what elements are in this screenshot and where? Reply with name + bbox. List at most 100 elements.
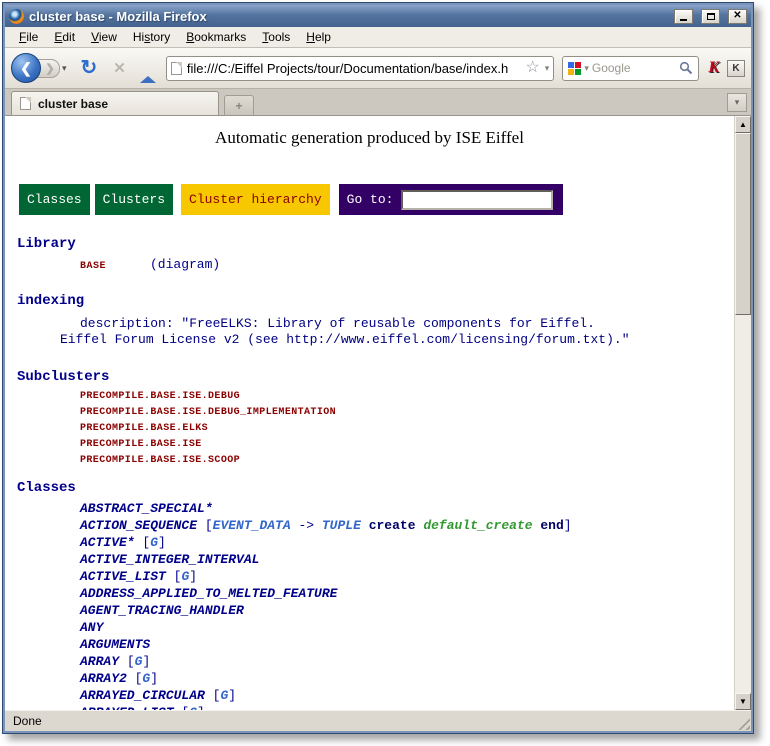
title-bar: cluster base - Mozilla Firefox ✕ <box>5 5 751 27</box>
class-entry: ANY <box>80 619 734 636</box>
content-area: Automatic generation produced by ISE Eif… <box>5 116 751 710</box>
search-engine-dropdown[interactable]: ▾ <box>584 63 589 74</box>
menu-item-bookmarks[interactable]: Bookmarks <box>178 27 254 47</box>
home-button[interactable] <box>140 59 156 77</box>
history-dropdown[interactable]: ▾ <box>62 63 67 74</box>
class-link[interactable]: ARRAY2 <box>80 671 127 686</box>
maximize-button[interactable] <box>701 9 720 24</box>
subclusters-list: PRECOMPILE.BASE.ISE.DEBUGPRECOMPILE.BASE… <box>80 389 734 469</box>
class-entry: ARRAY2 [G] <box>80 670 734 687</box>
new-tab-button[interactable]: + <box>224 95 254 115</box>
back-icon: ❮ <box>20 60 32 77</box>
subcluster-link[interactable]: PRECOMPILE.BASE.ISE <box>80 437 734 453</box>
class-link[interactable]: ARGUMENTS <box>80 637 150 652</box>
scrollbar-track[interactable] <box>735 315 751 693</box>
goto-input[interactable] <box>401 190 553 210</box>
library-heading: Library <box>17 236 734 252</box>
list-all-tabs-button[interactable]: ▾ <box>727 93 747 112</box>
status-bar: Done <box>5 710 751 731</box>
vertical-scrollbar[interactable]: ▲ ▼ <box>734 116 751 710</box>
indexing-heading: indexing <box>17 293 734 309</box>
search-magnifier-icon[interactable] <box>679 61 693 75</box>
class-link[interactable]: ACTION_SEQUENCE <box>80 518 197 533</box>
menu-item-tools[interactable]: Tools <box>254 27 298 47</box>
generic-param-link[interactable]: TUPLE <box>322 518 361 533</box>
document-page: Automatic generation produced by ISE Eif… <box>5 116 734 710</box>
library-name-link[interactable]: BASE <box>80 261 150 272</box>
code-text: [ <box>205 688 221 703</box>
close-button[interactable]: ✕ <box>728 9 747 24</box>
menu-item-view[interactable]: View <box>83 27 125 47</box>
class-link[interactable]: ABSTRACT_SPECIAL* <box>80 501 213 516</box>
class-entry: ACTION_SEQUENCE [EVENT_DATA -> TUPLE cre… <box>80 517 734 534</box>
refresh-button[interactable]: ↻ <box>81 58 98 78</box>
library-entry: BASE (diagram) <box>80 257 734 272</box>
class-link[interactable]: ARRAYED_CIRCULAR <box>80 688 205 703</box>
site-favicon <box>171 62 182 75</box>
class-link[interactable]: ADDRESS_APPLIED_TO_MELTED_FEATURE <box>80 586 337 601</box>
stop-button[interactable]: ✕ <box>113 59 126 77</box>
diagram-link[interactable]: (diagram) <box>150 257 220 272</box>
back-button[interactable]: ❮ <box>11 53 41 83</box>
code-text: ] <box>150 671 158 686</box>
stop-icon: ✕ <box>113 60 126 77</box>
menu-item-edit[interactable]: Edit <box>46 27 83 47</box>
class-entry: ARRAYED_CIRCULAR [G] <box>80 687 734 704</box>
code-text: create <box>369 518 416 533</box>
google-icon <box>568 62 581 75</box>
class-link[interactable]: ANY <box>80 620 103 635</box>
scroll-up-button[interactable]: ▲ <box>735 116 751 133</box>
menu-item-file[interactable]: File <box>11 27 46 47</box>
home-icon <box>140 59 156 83</box>
clusters-button[interactable]: Clusters <box>95 184 173 215</box>
class-link[interactable]: ACTIVE_INTEGER_INTERVAL <box>80 552 259 567</box>
menu-item-help[interactable]: Help <box>298 27 339 47</box>
kaspersky-icon[interactable]: K <box>708 59 719 77</box>
minimize-button[interactable] <box>674 9 693 24</box>
scroll-down-button[interactable]: ▼ <box>735 693 751 710</box>
class-link[interactable]: ARRAY <box>80 654 119 669</box>
close-icon: ✕ <box>733 11 741 21</box>
url-text[interactable]: file:///C:/Eiffel Projects/tour/Document… <box>187 61 521 76</box>
class-entry: AGENT_TRACING_HANDLER <box>80 602 734 619</box>
generic-param-link[interactable]: EVENT_DATA <box>213 518 291 533</box>
search-input[interactable]: Google <box>592 61 676 75</box>
firefox-icon <box>9 9 24 24</box>
menu-item-history[interactable]: History <box>125 27 178 47</box>
subcluster-link[interactable]: PRECOMPILE.BASE.ISE.DEBUG <box>80 389 734 405</box>
class-entry: ARGUMENTS <box>80 636 734 653</box>
subcluster-link[interactable]: PRECOMPILE.BASE.ISE.SCOOP <box>80 453 734 469</box>
classes-button[interactable]: Classes <box>19 184 90 215</box>
code-text: ] <box>189 569 197 584</box>
class-entry: ADDRESS_APPLIED_TO_MELTED_FEATURE <box>80 585 734 602</box>
class-link[interactable]: ACTIVE* <box>80 535 135 550</box>
generic-param-link[interactable]: G <box>150 535 158 550</box>
classes-heading: Classes <box>17 480 734 496</box>
goto-box: Go to: <box>339 184 564 215</box>
window-title: cluster base - Mozilla Firefox <box>29 9 666 24</box>
subclusters-heading: Subclusters <box>17 369 734 385</box>
bookmark-star-icon[interactable]: ☆ <box>525 60 539 76</box>
class-link[interactable]: ACTIVE_LIST <box>80 569 166 584</box>
description-line: description: "FreeELKS: Library of reusa… <box>80 316 734 332</box>
subcluster-link[interactable]: PRECOMPILE.BASE.ISE.DEBUG_IMPLEMENTATION <box>80 405 734 421</box>
code-text: -> <box>291 518 322 533</box>
class-link[interactable]: AGENT_TRACING_HANDLER <box>80 603 244 618</box>
refresh-icon: ↻ <box>81 57 98 79</box>
url-dropdown[interactable]: ▾ <box>545 63 550 74</box>
scrollbar-thumb[interactable] <box>735 133 751 315</box>
k-toolbar-button[interactable]: K <box>727 60 745 77</box>
subcluster-link[interactable]: PRECOMPILE.BASE.ELKS <box>80 421 734 437</box>
code-text: default_create <box>423 518 532 533</box>
address-bar[interactable]: file:///C:/Eiffel Projects/tour/Document… <box>166 56 554 81</box>
resize-grip-icon[interactable] <box>737 717 750 730</box>
class-entry: ACTIVE_INTEGER_INTERVAL <box>80 551 734 568</box>
search-box[interactable]: ▾ Google <box>562 56 699 81</box>
menu-bar: FileEditViewHistoryBookmarksToolsHelp <box>5 27 751 48</box>
code-text: ] <box>564 518 572 533</box>
tab-cluster-base[interactable]: cluster base <box>11 91 219 115</box>
forward-icon: ❯ <box>45 62 54 75</box>
indexing-description: description: "FreeELKS: Library of reusa… <box>5 316 734 348</box>
minimize-icon <box>680 19 687 21</box>
cluster-hierarchy-button[interactable]: Cluster hierarchy <box>181 184 330 215</box>
